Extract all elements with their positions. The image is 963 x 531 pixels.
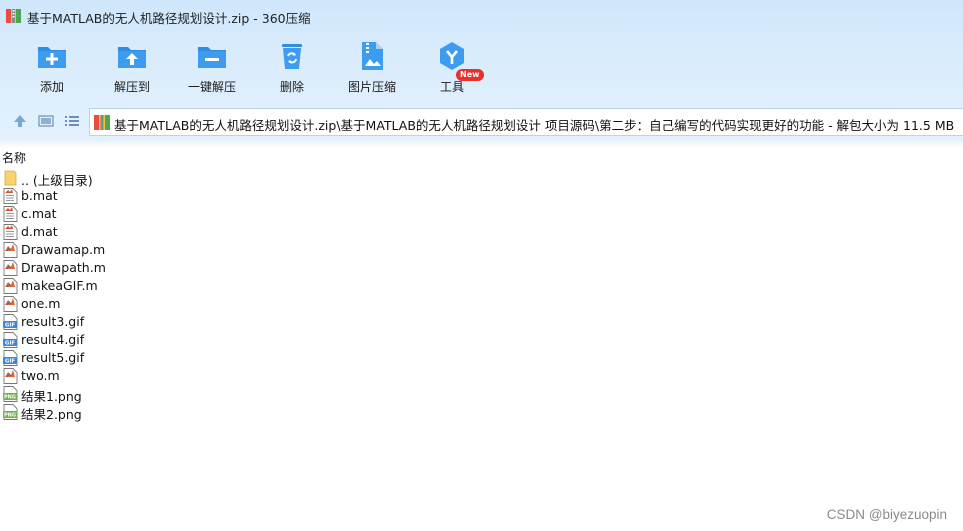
delete-icon: [282, 44, 302, 69]
file-list: .. (上级目录) b.mat c.mat d.mat Drawamap.m D…: [0, 169, 963, 422]
file-name: Drawapath.m: [21, 260, 106, 275]
extract-to-icon: [118, 47, 146, 68]
file-name: result4.gif: [21, 332, 85, 347]
main-toolbar: 添加 解压到 一键解压 删除 图片压缩 工具 New: [0, 36, 963, 98]
list-view-icon[interactable]: [64, 113, 80, 129]
file-name: Drawamap.m: [21, 242, 106, 257]
m-file-icon: [3, 368, 18, 384]
one-click-extract-button[interactable]: 一键解压: [172, 36, 252, 96]
up-arrow-icon[interactable]: [12, 113, 28, 129]
path-field[interactable]: 基于MATLAB的无人机路径规划设计.zip\基于MATLAB的无人机路径规划设…: [89, 108, 963, 136]
gif-file-icon: GIF: [3, 332, 18, 348]
image-compress-button[interactable]: 图片压缩: [332, 36, 412, 96]
list-item[interactable]: PNG 结果1.png: [0, 385, 963, 404]
list-item[interactable]: d.mat: [0, 223, 963, 241]
mat-file-icon: [3, 188, 18, 204]
file-name: one.m: [21, 296, 61, 311]
file-name: result3.gif: [21, 314, 85, 329]
list-item[interactable]: .. (上级目录): [0, 169, 963, 188]
top-panel: 基于MATLAB的无人机路径规划设计.zip - 360压缩 添加 解压到 一键…: [0, 0, 963, 140]
list-item[interactable]: two.m: [0, 367, 963, 385]
header-separator: [0, 140, 963, 148]
list-item[interactable]: one.m: [0, 295, 963, 313]
gif-file-icon: GIF: [3, 314, 18, 330]
one-click-extract-icon: [198, 47, 226, 68]
thumbnail-view-icon[interactable]: [38, 113, 54, 129]
title-bar: 基于MATLAB的无人机路径规划设计.zip - 360压缩: [0, 0, 963, 32]
svg-text:GIF: GIF: [5, 323, 16, 329]
svg-text:GIF: GIF: [5, 341, 16, 347]
list-item[interactable]: b.mat: [0, 187, 963, 205]
app-archive-icon: [6, 9, 21, 23]
m-file-icon: [3, 296, 18, 312]
list-item[interactable]: GIF result5.gif: [0, 349, 963, 367]
add-button[interactable]: 添加: [12, 36, 92, 96]
column-header-name[interactable]: 名称: [2, 149, 26, 166]
file-name: d.mat: [21, 224, 58, 239]
image-compress-button-label: 图片压缩: [347, 80, 396, 94]
svg-text:PNG: PNG: [4, 395, 16, 401]
png-file-icon: PNG: [3, 386, 18, 402]
m-file-icon: [3, 278, 18, 294]
list-item[interactable]: c.mat: [0, 205, 963, 223]
file-name: b.mat: [21, 188, 58, 203]
extract-to-button[interactable]: 解压到: [92, 36, 172, 96]
delete-button[interactable]: 删除: [252, 36, 332, 96]
tools-icon: [440, 42, 464, 70]
file-name: two.m: [21, 368, 60, 383]
list-item[interactable]: PNG 结果2.png: [0, 403, 963, 422]
add-icon: [38, 47, 66, 68]
address-bar: 基于MATLAB的无人机路径规划设计.zip\基于MATLAB的无人机路径规划设…: [0, 104, 963, 138]
path-text: 基于MATLAB的无人机路径规划设计.zip\基于MATLAB的无人机路径规划设…: [114, 118, 955, 133]
mat-file-icon: [3, 206, 18, 222]
new-badge: New: [456, 69, 484, 81]
add-button-label: 添加: [39, 80, 64, 94]
list-item[interactable]: makeaGIF.m: [0, 277, 963, 295]
list-item[interactable]: GIF result3.gif: [0, 313, 963, 331]
extract-to-button-label: 解压到: [113, 80, 150, 94]
image-compress-icon: [362, 42, 383, 70]
list-item[interactable]: GIF result4.gif: [0, 331, 963, 349]
list-item[interactable]: Drawapath.m: [0, 259, 963, 277]
svg-text:GIF: GIF: [5, 359, 16, 365]
list-item[interactable]: Drawamap.m: [0, 241, 963, 259]
delete-button-label: 删除: [279, 80, 304, 94]
file-name: result5.gif: [21, 350, 85, 365]
svg-text:PNG: PNG: [4, 413, 16, 419]
window-title: 基于MATLAB的无人机路径规划设计.zip - 360压缩: [27, 11, 311, 26]
gif-file-icon: GIF: [3, 350, 18, 366]
one-click-extract-button-label: 一键解压: [187, 80, 236, 94]
mat-file-icon: [3, 224, 18, 240]
file-name: c.mat: [21, 206, 57, 221]
tools-button[interactable]: 工具: [412, 36, 492, 96]
folder-icon: [4, 170, 17, 186]
watermark: CSDN @biyezuopin: [826, 507, 947, 522]
m-file-icon: [3, 242, 18, 258]
file-name: 结果2.png: [21, 407, 82, 422]
m-file-icon: [3, 260, 18, 276]
png-file-icon: PNG: [3, 404, 18, 420]
archive-icon: [94, 115, 110, 130]
file-name: makeaGIF.m: [21, 278, 98, 293]
